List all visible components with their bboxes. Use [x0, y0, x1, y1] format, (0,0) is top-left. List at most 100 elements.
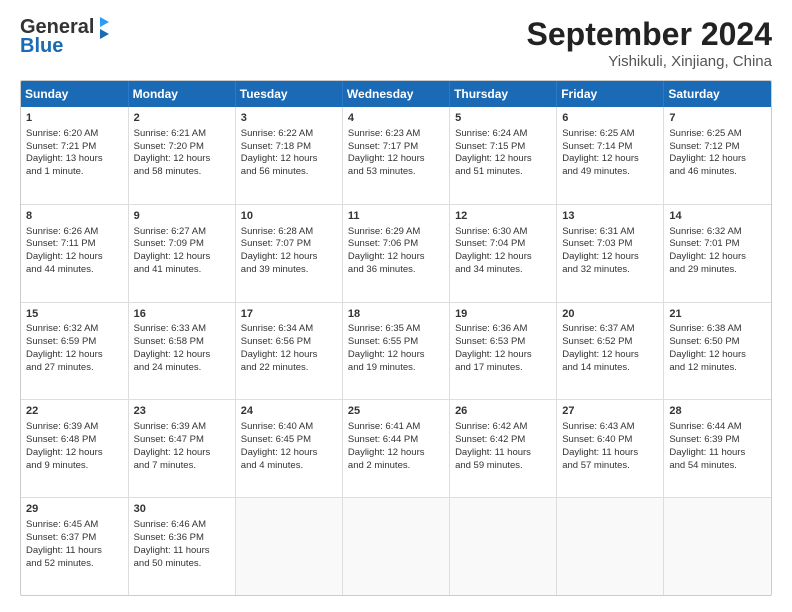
day-info-line: Sunset: 7:18 PM: [241, 141, 337, 154]
day-number: 4: [348, 111, 444, 126]
day-info-line: and 52 minutes.: [26, 558, 123, 571]
day-info-line: Daylight: 12 hours: [134, 251, 230, 264]
calendar-cell: 14Sunrise: 6:32 AMSunset: 7:01 PMDayligh…: [664, 204, 771, 302]
day-info-line: and 4 minutes.: [241, 460, 337, 473]
week-row-5: 29Sunrise: 6:45 AMSunset: 6:37 PMDayligh…: [21, 498, 771, 595]
day-info-line: Daylight: 12 hours: [562, 153, 658, 166]
day-info-line: Sunrise: 6:36 AM: [455, 323, 551, 336]
day-info-line: Sunset: 6:39 PM: [669, 434, 766, 447]
day-info-line: Sunset: 6:36 PM: [134, 532, 230, 545]
logo: General Blue: [20, 16, 109, 58]
day-info-line: Daylight: 12 hours: [669, 153, 766, 166]
day-info-line: Sunset: 7:21 PM: [26, 141, 123, 154]
day-info-line: Daylight: 12 hours: [26, 349, 123, 362]
day-number: 21: [669, 307, 766, 322]
day-info-line: Sunset: 7:09 PM: [134, 238, 230, 251]
calendar-cell: 17Sunrise: 6:34 AMSunset: 6:56 PMDayligh…: [235, 302, 342, 400]
day-info-line: Daylight: 12 hours: [26, 447, 123, 460]
day-number: 2: [134, 111, 230, 126]
weekday-thursday: Thursday: [450, 81, 557, 107]
day-info-line: and 7 minutes.: [134, 460, 230, 473]
day-info-line: and 34 minutes.: [455, 264, 551, 277]
day-number: 17: [241, 307, 337, 322]
calendar-cell: 15Sunrise: 6:32 AMSunset: 6:59 PMDayligh…: [21, 302, 128, 400]
day-info-line: Sunset: 7:17 PM: [348, 141, 444, 154]
day-info-line: Daylight: 12 hours: [134, 153, 230, 166]
day-info-line: and 39 minutes.: [241, 264, 337, 277]
calendar-cell: 29Sunrise: 6:45 AMSunset: 6:37 PMDayligh…: [21, 498, 128, 595]
day-number: 29: [26, 502, 123, 517]
day-info-line: and 56 minutes.: [241, 166, 337, 179]
calendar-cell: 3Sunrise: 6:22 AMSunset: 7:18 PMDaylight…: [235, 107, 342, 204]
day-number: 6: [562, 111, 658, 126]
calendar-cell: 12Sunrise: 6:30 AMSunset: 7:04 PMDayligh…: [450, 204, 557, 302]
day-info-line: and 54 minutes.: [669, 460, 766, 473]
day-info-line: Sunrise: 6:32 AM: [669, 226, 766, 239]
day-number: 18: [348, 307, 444, 322]
day-info-line: Sunrise: 6:22 AM: [241, 128, 337, 141]
calendar-cell: 6Sunrise: 6:25 AMSunset: 7:14 PMDaylight…: [557, 107, 664, 204]
day-info-line: Sunrise: 6:25 AM: [669, 128, 766, 141]
calendar-cell: 1 Sunrise: 6:20 AMSunset: 7:21 PMDaylight…: [21, 107, 128, 204]
day-info-line: Sunset: 6:45 PM: [241, 434, 337, 447]
day-info-line: Daylight: 12 hours: [562, 251, 658, 264]
day-info-line: Sunrise: 6:23 AM: [348, 128, 444, 141]
day-number: 23: [134, 404, 230, 419]
day-info-line: and 50 minutes.: [134, 558, 230, 571]
day-number: 3: [241, 111, 337, 126]
day-info-line: Sunset: 7:20 PM: [134, 141, 230, 154]
day-info-line: and 17 minutes.: [455, 362, 551, 375]
calendar-cell: 26Sunrise: 6:42 AMSunset: 6:42 PMDayligh…: [450, 400, 557, 498]
week-row-2: 8Sunrise: 6:26 AMSunset: 7:11 PMDaylight…: [21, 204, 771, 302]
day-info-line: Sunset: 6:37 PM: [26, 532, 123, 545]
day-info-line: Daylight: 12 hours: [26, 251, 123, 264]
calendar-cell: [342, 498, 449, 595]
page: General Blue September 2024 Yishikuli, X…: [0, 0, 792, 612]
day-info-line: Sunrise: 6:38 AM: [669, 323, 766, 336]
calendar-cell: 13Sunrise: 6:31 AMSunset: 7:03 PMDayligh…: [557, 204, 664, 302]
day-info-line: Daylight: 12 hours: [348, 153, 444, 166]
day-number: 12: [455, 209, 551, 224]
day-number: 15: [26, 307, 123, 322]
day-info-line: Sunset: 7:03 PM: [562, 238, 658, 251]
calendar-title: September 2024: [527, 16, 772, 53]
day-info-line: and 2 minutes.: [348, 460, 444, 473]
day-info-line: Sunset: 6:55 PM: [348, 336, 444, 349]
day-info-line: and 44 minutes.: [26, 264, 123, 277]
day-info-line: Daylight: 11 hours: [134, 545, 230, 558]
day-info-line: and 9 minutes.: [26, 460, 123, 473]
day-info-line: Sunset: 6:48 PM: [26, 434, 123, 447]
calendar-cell: 11Sunrise: 6:29 AMSunset: 7:06 PMDayligh…: [342, 204, 449, 302]
weekday-header-row: SundayMondayTuesdayWednesdayThursdayFrid…: [21, 81, 771, 107]
day-info-line: Sunset: 7:14 PM: [562, 141, 658, 154]
day-info-line: Sunrise: 6:40 AM: [241, 421, 337, 434]
day-info-line: Sunrise: 6:33 AM: [134, 323, 230, 336]
day-info-line: Sunrise: 6:29 AM: [348, 226, 444, 239]
day-number: 9: [134, 209, 230, 224]
day-info-line: and 49 minutes.: [562, 166, 658, 179]
calendar-cell: 4 Sunrise: 6:23 AMSunset: 7:17 PMDaylight…: [342, 107, 449, 204]
day-info-line: Sunrise: 6:26 AM: [26, 226, 123, 239]
day-number: 22: [26, 404, 123, 419]
day-info-line: Daylight: 11 hours: [26, 545, 123, 558]
day-info-line: Sunset: 6:59 PM: [26, 336, 123, 349]
day-info-line: Daylight: 13 hours: [26, 153, 123, 166]
day-info-line: Sunrise: 6:34 AM: [241, 323, 337, 336]
calendar-cell: [235, 498, 342, 595]
day-info-line: Daylight: 11 hours: [562, 447, 658, 460]
day-info-line: Sunset: 6:50 PM: [669, 336, 766, 349]
day-info-line: Sunrise: 6:24 AM: [455, 128, 551, 141]
day-info-line: and 51 minutes.: [455, 166, 551, 179]
day-info-line: Daylight: 12 hours: [455, 153, 551, 166]
day-info-line: Daylight: 12 hours: [241, 251, 337, 264]
calendar-cell: 5Sunrise: 6:24 AMSunset: 7:15 PMDaylight…: [450, 107, 557, 204]
logo-blue-text: Blue: [20, 35, 63, 58]
day-info-line: Sunrise: 6:20 AM: [26, 128, 123, 141]
day-info-line: Sunrise: 6:28 AM: [241, 226, 337, 239]
day-info-line: Sunrise: 6:46 AM: [134, 519, 230, 532]
day-number: 7: [669, 111, 766, 126]
day-info-line: Sunrise: 6:31 AM: [562, 226, 658, 239]
day-number: 1: [26, 111, 123, 126]
title-block: September 2024 Yishikuli, Xinjiang, Chin…: [527, 16, 772, 70]
day-number: 19: [455, 307, 551, 322]
